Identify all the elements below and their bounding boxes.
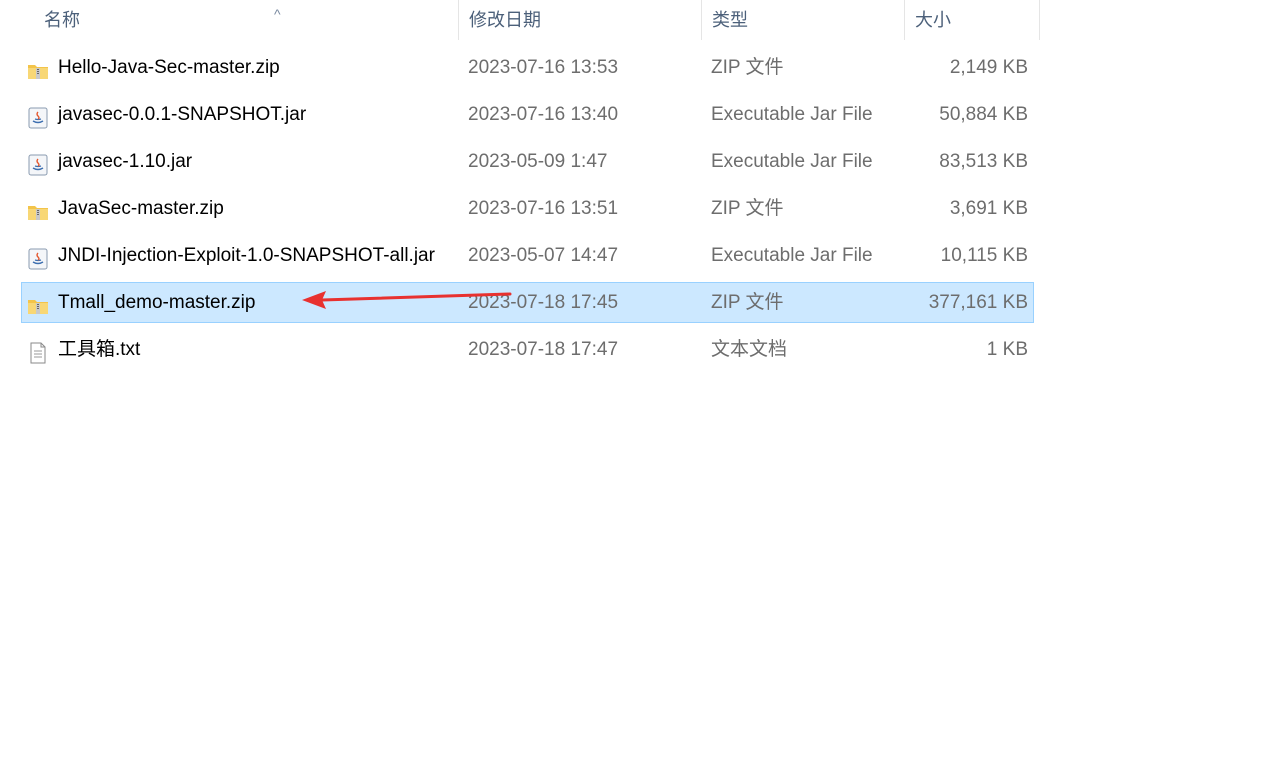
file-size: 3,691 KB [949, 198, 1028, 219]
file-row[interactable]: Hello-Java-Sec-master.zip 2023-07-16 13:… [21, 47, 1034, 88]
file-date: 2023-07-16 13:51 [468, 198, 619, 219]
text-file-icon [27, 339, 49, 364]
file-type: 文本文档 [711, 339, 788, 360]
file-row-selected[interactable]: Tmall_demo-master.zip 2023-07-18 17:45 Z… [21, 282, 1034, 323]
zip-folder-icon [27, 198, 49, 220]
file-type: ZIP 文件 [711, 198, 784, 219]
annotation-arrow-icon [302, 291, 512, 309]
file-type: ZIP 文件 [711, 57, 784, 78]
file-size: 377,161 KB [928, 292, 1028, 313]
file-size: 83,513 KB [939, 151, 1028, 172]
column-header-name[interactable]: 名称 ^ [34, 0, 459, 40]
file-size: 2,149 KB [949, 57, 1028, 78]
java-jar-icon [27, 245, 49, 270]
file-row[interactable]: javasec-1.10.jar 2023-05-09 1:47 Executa… [21, 141, 1034, 182]
file-type: Executable Jar File [711, 151, 873, 172]
file-size: 10,115 KB [940, 245, 1028, 266]
file-name: Hello-Java-Sec-master.zip [58, 57, 280, 78]
file-type: ZIP 文件 [711, 292, 784, 313]
file-size: 50,884 KB [939, 104, 1028, 125]
file-type: Executable Jar File [711, 104, 873, 125]
column-header-date-label: 修改日期 [469, 10, 541, 30]
file-name: 工具箱.txt [58, 339, 141, 360]
file-name: JNDI-Injection-Exploit-1.0-SNAPSHOT-all.… [58, 245, 435, 266]
file-size: 1 KB [986, 339, 1028, 360]
file-name: javasec-1.10.jar [58, 151, 193, 172]
file-row[interactable]: JavaSec-master.zip 2023-07-16 13:51 ZIP … [21, 188, 1034, 229]
column-header-size-label: 大小 [915, 10, 951, 30]
zip-folder-icon [27, 57, 49, 79]
file-date: 2023-07-16 13:40 [468, 104, 619, 125]
file-name: Tmall_demo-master.zip [58, 292, 256, 313]
file-list: Hello-Java-Sec-master.zip 2023-07-16 13:… [21, 47, 1034, 376]
java-jar-icon [27, 151, 49, 176]
zip-folder-icon [27, 292, 49, 314]
file-type: Executable Jar File [711, 245, 873, 266]
column-header-type[interactable]: 类型 [701, 0, 905, 40]
file-date: 2023-05-07 14:47 [468, 245, 619, 266]
column-header-date[interactable]: 修改日期 [458, 0, 702, 40]
file-date: 2023-07-18 17:47 [468, 339, 619, 360]
file-date: 2023-05-09 1:47 [468, 151, 608, 172]
column-header-type-label: 类型 [712, 10, 748, 30]
file-row[interactable]: JNDI-Injection-Exploit-1.0-SNAPSHOT-all.… [21, 235, 1034, 276]
file-date: 2023-07-16 13:53 [468, 57, 619, 78]
file-row[interactable]: 工具箱.txt 2023-07-18 17:47 文本文档 1 KB [21, 329, 1034, 370]
file-name: javasec-0.0.1-SNAPSHOT.jar [58, 104, 307, 125]
column-header-name-label: 名称 [44, 10, 80, 30]
column-header-size[interactable]: 大小 [904, 0, 1040, 40]
file-name: JavaSec-master.zip [58, 198, 224, 219]
file-row[interactable]: javasec-0.0.1-SNAPSHOT.jar 2023-07-16 13… [21, 94, 1034, 135]
java-jar-icon [27, 104, 49, 129]
column-header: 名称 ^ 修改日期 类型 大小 [0, 0, 1040, 40]
sort-ascending-icon: ^ [274, 6, 281, 22]
